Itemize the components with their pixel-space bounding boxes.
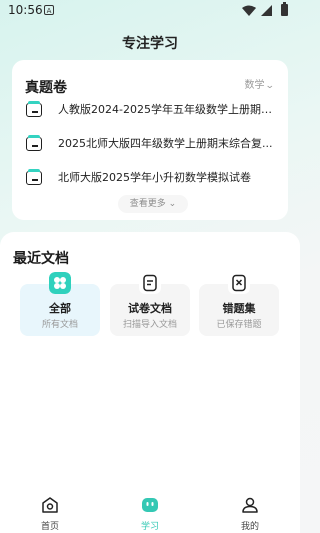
exam-section-title: 真题卷 [25,80,67,96]
tile-label: 错题集 [222,302,256,315]
exam-paper-icon [26,101,42,117]
mistake-icon [228,272,250,294]
exam-item[interactable]: 北师大版2025学年小升初数学模拟试卷 [22,166,280,188]
grid-icon [49,272,71,294]
subject-dropdown[interactable]: 数学⌄ [244,76,276,91]
tile-sublabel: 已保存错题 [216,320,262,330]
exam-item-title: 2025北师大版四年级数学上册期末综合复... [58,137,273,150]
tile-mistakes[interactable]: 错题集 已保存错题 [199,272,279,336]
chevron-down-icon: ⌄ [265,81,276,91]
tab-profile[interactable]: 我的 [220,497,280,532]
tile-exam-docs[interactable]: 试卷文档 扫描导入文档 [110,272,190,336]
recent-docs-title: 最近文档 [13,251,69,267]
tile-sublabel: 所有文档 [41,320,78,330]
exam-item[interactable]: 人教版2024-2025学年五年级数学上册期中... [22,98,280,120]
recent-docs-panel: 最近文档 全部 所有文档 试卷文档 扫描导入文档 错题集 已保存错题 [0,232,300,492]
tile-label: 全部 [49,302,71,315]
profile-icon [242,497,258,513]
view-more-button[interactable]: 查看更多 ⌄ [118,195,188,213]
chevron-down-icon: ⌄ [168,199,177,209]
bottom-tab-bar: 首页 学习 我的 [0,492,300,533]
exam-paper-icon [26,135,42,151]
document-icon [139,272,161,294]
tile-sublabel: 扫描导入文档 [122,320,177,330]
tab-study[interactable]: 学习 [120,497,180,532]
notification-a-icon: A [44,5,54,15]
status-time: 10:56 [8,3,43,17]
tab-label: 我的 [240,522,259,532]
tab-label: 学习 [140,522,159,532]
home-icon [42,497,58,513]
tile-all-docs[interactable]: 全部 所有文档 [20,272,100,336]
exam-item[interactable]: 2025北师大版四年级数学上册期末综合复... [22,132,280,154]
tab-home[interactable]: 首页 [20,497,80,532]
exam-item-title: 人教版2024-2025学年五年级数学上册期中... [58,103,280,116]
exam-item-title: 北师大版2025学年小升初数学模拟试卷 [58,171,251,184]
study-icon [142,498,158,512]
cellular-signal-icon [261,5,272,16]
subject-label: 数学 [244,80,265,91]
wifi-icon [242,5,256,16]
battery-icon [281,2,288,16]
tab-label: 首页 [40,522,59,532]
exam-card: 真题卷 数学⌄ 人教版2024-2025学年五年级数学上册期中... 2025北… [12,60,288,220]
exam-paper-icon [26,169,42,185]
tile-label: 试卷文档 [128,302,172,315]
status-bar: 10:56 A [0,0,300,22]
page-title: 专注学习 [122,36,178,52]
view-more-label: 查看更多 [129,199,166,209]
